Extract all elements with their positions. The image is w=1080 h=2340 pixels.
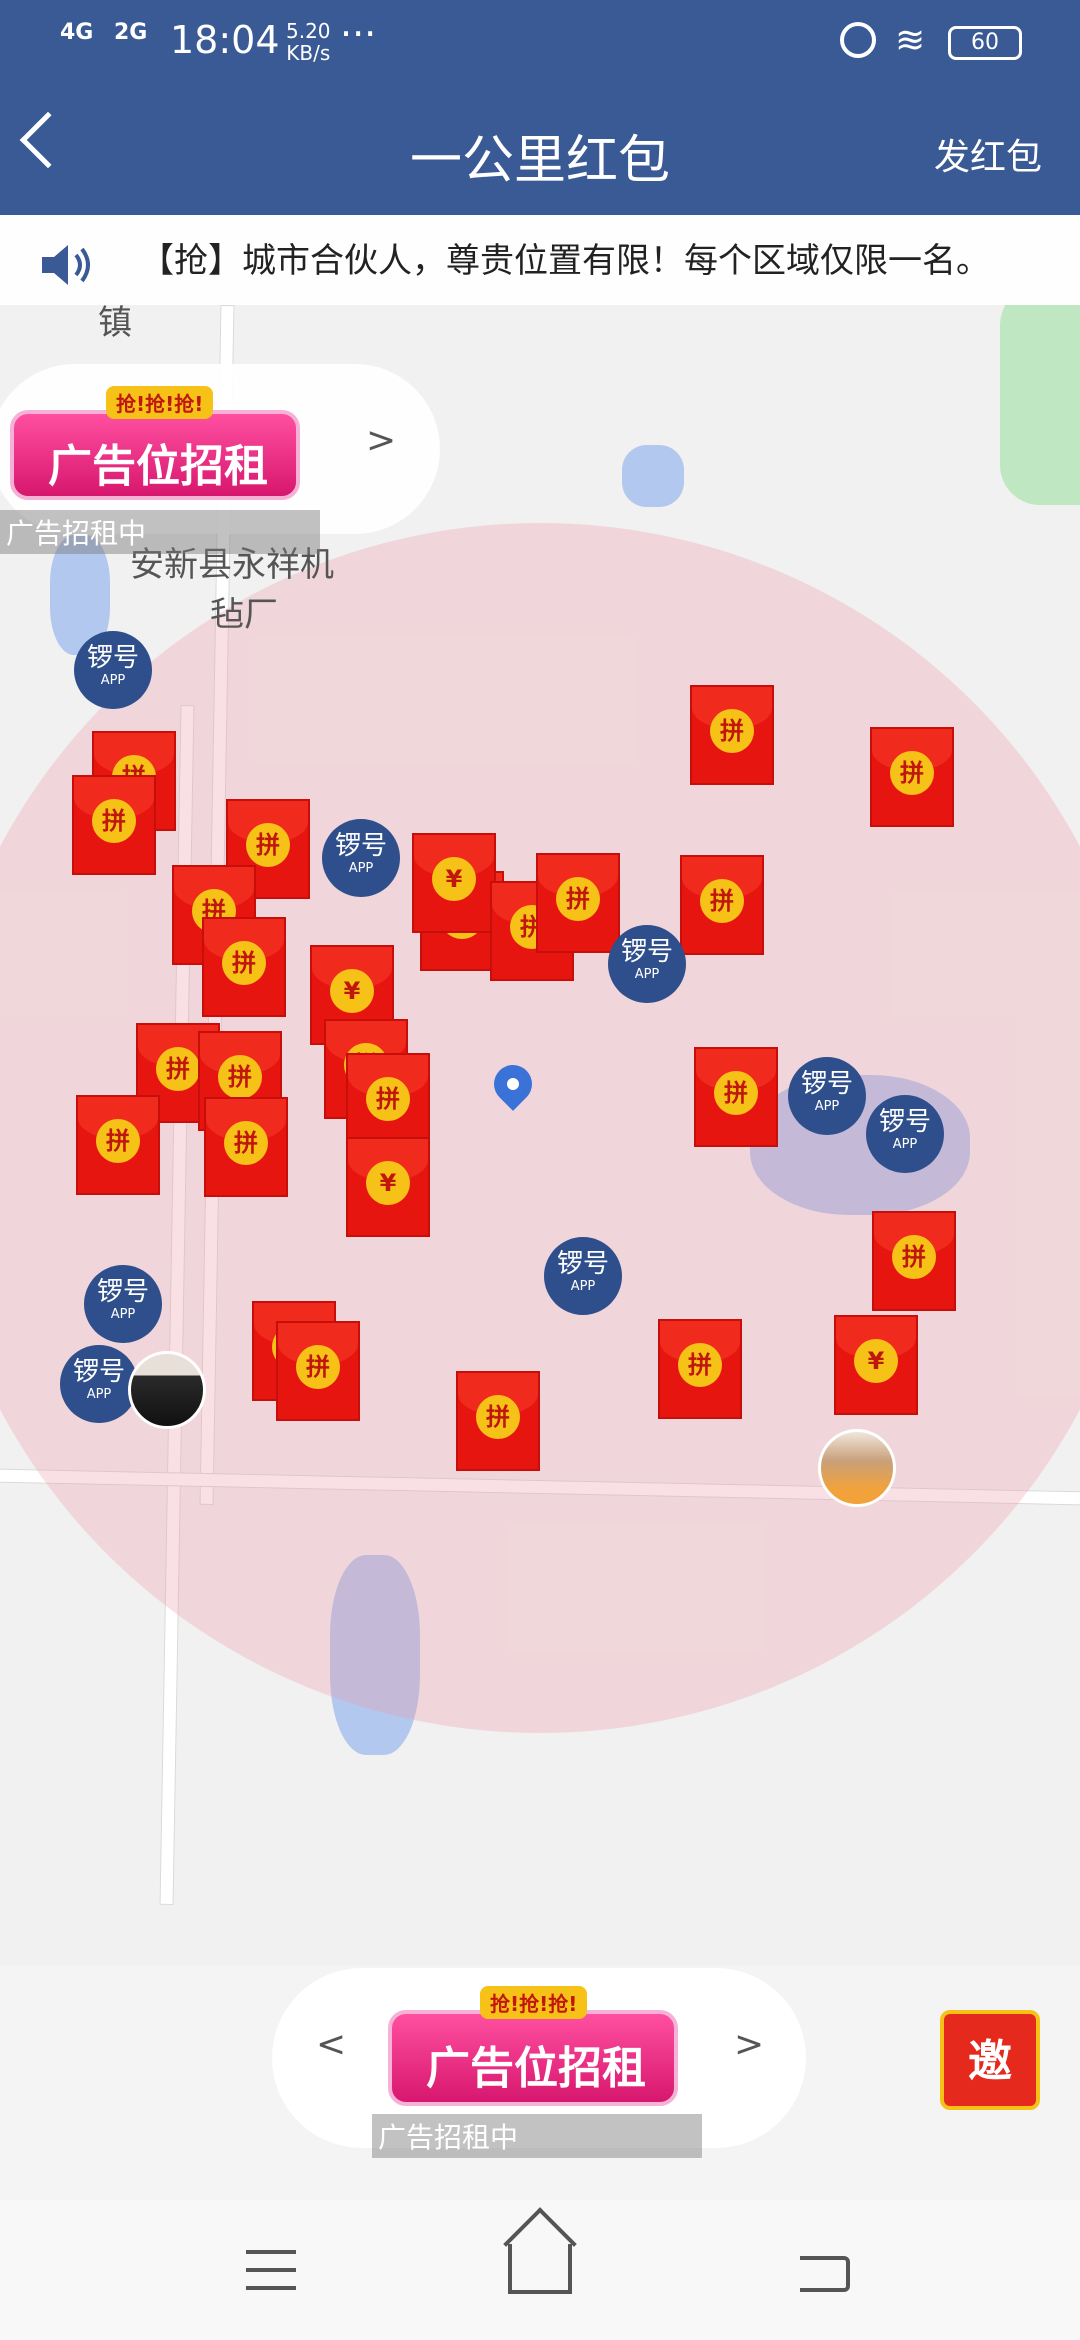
app-badge-sub: APP <box>892 1137 918 1152</box>
user-avatar[interactable] <box>818 1429 896 1507</box>
ad-badge: 抢!抢!抢! 广告位招租 <box>10 386 300 500</box>
red-envelope[interactable]: 拼 <box>276 1321 360 1421</box>
ad-small-text: 抢!抢!抢! <box>106 386 214 419</box>
red-envelope[interactable]: 拼 <box>872 1211 956 1311</box>
app-badge-sub: APP <box>634 967 660 982</box>
app-badge-sub: APP <box>86 1387 112 1402</box>
map-view[interactable]: 镇 安新县永祥机 毡厂 拼 拼 拼 拼 拼 ¥ 拼 ¥ 拼 拼 拼 拼 拼 拼 … <box>0 305 1080 1965</box>
map-water <box>622 445 684 507</box>
app-badge-name: 锣号 <box>800 1069 853 1099</box>
ad-small-text: 抢!抢!抢! <box>480 1986 588 2019</box>
ad-caption: 广告招租中 <box>0 510 320 554</box>
red-envelope[interactable]: 拼 <box>658 1319 742 1419</box>
town-label: 镇 <box>98 305 132 343</box>
send-red-packet-button[interactable]: 发红包 <box>934 128 1042 180</box>
app-badge-sub: APP <box>100 673 126 688</box>
app-badge-sub: APP <box>814 1099 840 1114</box>
top-ad-banner[interactable]: 抢!抢!抢! 广告位招租 > 广告招租中 <box>0 364 440 554</box>
place-label-line2: 毡厂 <box>210 595 278 635</box>
app-badge-name: 锣号 <box>878 1107 931 1137</box>
red-envelope[interactable]: ¥ <box>346 1137 430 1237</box>
ad-badge: 抢!抢!抢! 广告位招租 <box>388 1986 678 2106</box>
app-badge-sub: APP <box>570 1279 596 1294</box>
signal-4g: 4G <box>60 20 94 45</box>
status-more-dots: ··· <box>340 12 377 56</box>
system-nav-bar <box>0 2200 1080 2340</box>
app-badge-name: 锣号 <box>334 831 387 861</box>
app-badge-name: 锣号 <box>72 1357 125 1387</box>
app-badge[interactable]: 锣号 APP <box>788 1057 866 1135</box>
map-park <box>1000 305 1080 505</box>
red-envelope[interactable]: 拼 <box>680 855 764 955</box>
alarm-icon <box>840 22 876 58</box>
ad-prev-arrow[interactable]: < <box>316 2024 346 2065</box>
red-envelope[interactable]: 拼 <box>204 1097 288 1197</box>
red-envelope[interactable]: ¥ <box>834 1315 918 1415</box>
app-badge-name: 锣号 <box>556 1249 609 1279</box>
ad-next-arrow[interactable]: > <box>734 2024 764 2065</box>
bottom-ad-banner[interactable]: < 抢!抢!抢! 广告位招租 > 广告招租中 <box>272 1968 806 2158</box>
red-envelope[interactable]: ¥ <box>412 833 496 933</box>
red-envelope[interactable]: 拼 <box>870 727 954 827</box>
ad-big-text: 广告位招租 <box>426 2043 646 2094</box>
notice-text: 【抢】城市合伙人，尊贵位置有限！每个区域仅限一名。 <box>140 241 990 281</box>
red-envelope[interactable]: 拼 <box>202 917 286 1017</box>
app-badge[interactable]: 锣号 APP <box>74 631 152 709</box>
app-badge[interactable]: 锣号 APP <box>322 819 400 897</box>
app-badge-name: 锣号 <box>86 643 139 673</box>
status-time: 18:04 <box>170 18 280 62</box>
ad-next-arrow[interactable]: > <box>366 420 396 461</box>
back-icon[interactable] <box>800 2256 850 2292</box>
speed-value: 5.20 <box>286 19 331 43</box>
app-badge-name: 锣号 <box>620 937 673 967</box>
ad-big-text: 广告位招租 <box>48 441 268 492</box>
app-badge[interactable]: 锣号 APP <box>60 1345 138 1423</box>
invite-envelope-button[interactable]: 邀 <box>940 2010 1040 2110</box>
app-badge[interactable]: 锣号 APP <box>84 1265 162 1343</box>
red-envelope[interactable]: 拼 <box>694 1047 778 1147</box>
battery-indicator: 60 <box>948 26 1022 60</box>
app-badge-sub: APP <box>110 1307 136 1322</box>
home-icon[interactable] <box>508 2244 572 2294</box>
app-badge[interactable]: 锣号 APP <box>866 1095 944 1173</box>
red-envelope[interactable]: 拼 <box>690 685 774 785</box>
red-envelope[interactable]: 拼 <box>76 1095 160 1195</box>
speed-unit: KB/s <box>286 41 331 65</box>
top-bar: 4G 2G 18:04 5.20 KB/s ··· ≋ 60 一公里红包 发红包 <box>0 0 1080 215</box>
app-badge-name: 锣号 <box>96 1277 149 1307</box>
speaker-icon <box>42 245 90 285</box>
network-speed: 5.20 KB/s <box>286 20 331 64</box>
wifi-icon: ≋ <box>895 20 926 61</box>
invite-label: 邀 <box>968 2036 1012 2087</box>
app-badge[interactable]: 锣号 APP <box>608 925 686 1003</box>
notice-bar[interactable]: 【抢】城市合伙人，尊贵位置有限！每个区域仅限一名。 <box>0 215 1080 305</box>
ad-caption: 广告招租中 <box>372 2114 702 2158</box>
signal-2g: 2G <box>114 20 148 45</box>
app-badge[interactable]: 锣号 APP <box>544 1237 622 1315</box>
app-badge-sub: APP <box>348 861 374 876</box>
red-envelope[interactable]: 拼 <box>72 775 156 875</box>
page-title: 一公里红包 <box>409 131 670 191</box>
status-bar: 4G 2G 18:04 5.20 KB/s ··· ≋ 60 <box>0 0 1080 80</box>
menu-icon[interactable] <box>246 2250 296 2290</box>
red-envelope[interactable]: 拼 <box>456 1371 540 1471</box>
user-avatar[interactable] <box>128 1351 206 1429</box>
